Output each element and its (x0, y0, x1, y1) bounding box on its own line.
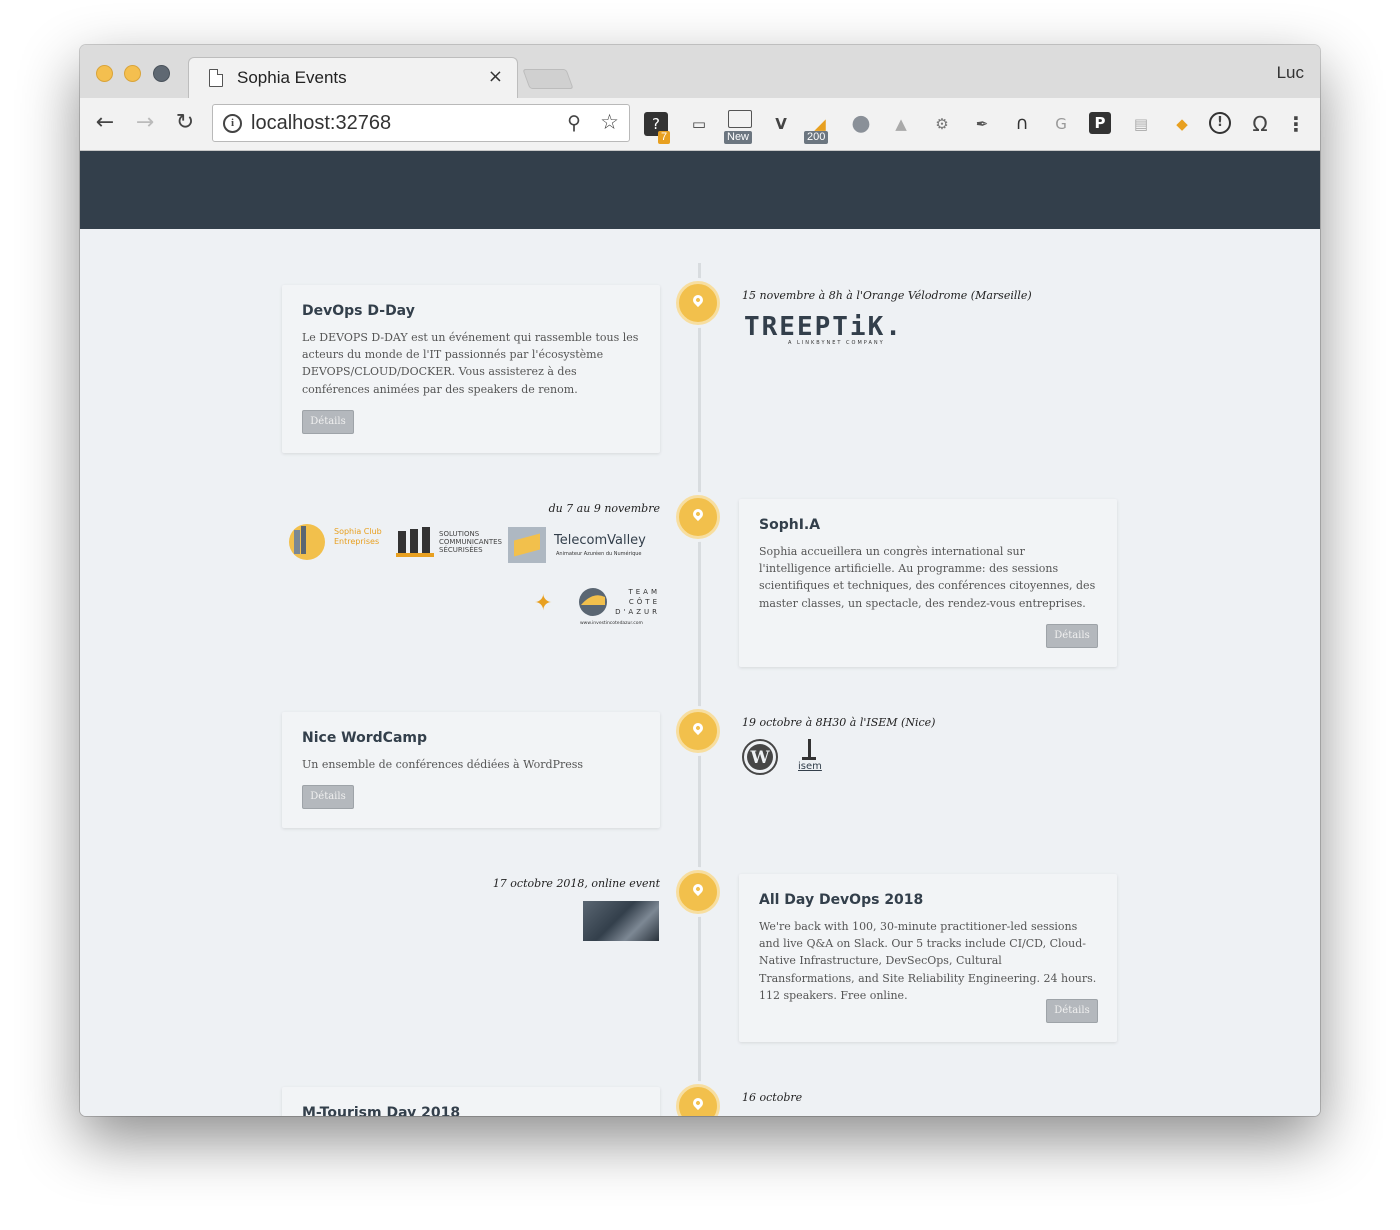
event-title: All Day DevOps 2018 (759, 892, 924, 908)
v-icon[interactable]: V (769, 112, 793, 136)
reload-icon[interactable]: ↻ (172, 110, 198, 135)
event-card-m-tourism: M-Tourism Day 2018 (282, 1087, 660, 1116)
pin-icon (690, 1095, 706, 1111)
treeptik-logo: TREEPTiK. A LINKBYNET COMPANY (744, 312, 903, 346)
p-icon[interactable]: P (1089, 112, 1111, 134)
pin-icon (690, 506, 706, 522)
pin-icon (690, 292, 706, 308)
event-description: We're back with 100, 30-minute practitio… (759, 920, 1097, 1002)
timeline: DevOps D-Day Le DEVOPS D-DAY est un évén… (80, 229, 1320, 1116)
event-description: Sophia accueillera un congrès internatio… (759, 545, 1096, 610)
alert-icon[interactable]: ◆ (1170, 112, 1194, 136)
event-card-devops-dday: DevOps D-Day Le DEVOPS D-DAY est un évén… (282, 285, 660, 453)
event-title: Nice WordCamp (302, 730, 428, 746)
tab-close-icon[interactable]: × (488, 66, 503, 87)
page-icon (209, 69, 223, 87)
close-window-button[interactable] (96, 65, 113, 82)
password-icon[interactable]: ! (1209, 112, 1231, 134)
team-cote-dazur-logo: ✦ TEAM CÔTE D'AZUR www.investincotedazur… (534, 585, 660, 629)
back-icon[interactable]: ← (92, 110, 118, 135)
browser-window: Sophia Events × Luc ← → ↻ i localhost:32… (80, 45, 1320, 1116)
location-marker (676, 870, 720, 914)
location-marker (676, 709, 720, 753)
forward-icon[interactable]: → (132, 110, 158, 135)
event-title: DevOps D-Day (302, 303, 415, 319)
site-header (80, 151, 1320, 229)
address-bar[interactable]: i localhost:32768 ⚲ ☆ (212, 104, 630, 142)
browser-toolbar: ← → ↻ i localhost:32768 ⚲ ☆ ? 7 ▭ New V … (80, 98, 1320, 151)
team-cote-emblem (579, 588, 607, 616)
profile-name[interactable]: Luc (1277, 63, 1304, 83)
event-description: Un ensemble de conférences dédiées à Wor… (302, 758, 584, 771)
minimize-window-button[interactable] (124, 65, 141, 82)
event-date: du 7 au 9 novembre (548, 502, 660, 515)
info-icon[interactable]: i (223, 114, 242, 133)
location-marker (676, 1084, 720, 1116)
location-marker (676, 281, 720, 325)
event-card-nice-wordcamp: Nice WordCamp Un ensemble de conférences… (282, 712, 660, 828)
pin-icon (690, 881, 706, 897)
extension-badge-new: New (724, 131, 753, 144)
details-button[interactable]: Détails (302, 785, 354, 809)
details-button[interactable]: Détails (1046, 999, 1098, 1023)
picker-icon[interactable]: ✒ (970, 112, 994, 136)
drive-icon[interactable]: ▲ (889, 112, 913, 136)
telecom-valley-logo: TelecomValley Animateur Azuréen du Numér… (508, 525, 660, 565)
event-date: 17 octobre 2018, online event (492, 877, 660, 890)
tab-sophia-events[interactable]: Sophia Events × (188, 57, 518, 99)
omega-icon[interactable]: Ω (1248, 112, 1272, 136)
all-day-devops-image (583, 901, 659, 941)
card-icon[interactable]: ▤ (1129, 112, 1153, 136)
sophia-club-logo: Sophia Club Entreprises (288, 521, 398, 563)
gear-icon[interactable]: ⚙ (930, 112, 954, 136)
event-date: 16 octobre (742, 1091, 803, 1104)
cast-icon[interactable]: ▭ (687, 112, 711, 136)
svg-text:W: W (749, 748, 770, 768)
extension-badge-7: 7 (658, 131, 671, 144)
wordpress-logo: W (742, 739, 778, 775)
tab-strip: Sophia Events × Luc (80, 45, 1320, 99)
telecom-valley-emblem (508, 527, 546, 563)
solutions-emblem (396, 527, 434, 557)
isem-logo: isem (796, 739, 832, 775)
url-text: localhost:32768 (251, 112, 392, 134)
extension-badge-200: 200 (804, 131, 829, 144)
zoom-window-button[interactable] (153, 65, 170, 82)
solutions-securisees-logo: SOLUTIONS COMMUNICANTES SÉCURISÉES (396, 525, 502, 561)
arch-icon[interactable]: ∩ (1010, 112, 1034, 136)
rooster-icon: ✦ (534, 591, 553, 616)
zoom-icon[interactable]: ⚲ (567, 112, 581, 134)
event-title: M-Tourism Day 2018 (302, 1105, 461, 1116)
event-description: Le DEVOPS D-DAY est un événement qui ras… (302, 331, 639, 396)
details-button[interactable]: Détails (1046, 624, 1098, 648)
event-card-sophia: SophI.A Sophia accueillera un congrès in… (739, 499, 1117, 667)
event-date: 19 octobre à 8H30 à l'ISEM (Nice) (742, 716, 936, 729)
new-tab-button[interactable] (522, 69, 574, 89)
circle-icon[interactable]: ● (849, 112, 873, 136)
location-marker (676, 495, 720, 539)
event-title: SophI.A (759, 517, 821, 533)
event-card-all-day-devops: All Day DevOps 2018 We're back with 100,… (739, 874, 1117, 1042)
bookmark-star-icon[interactable]: ☆ (600, 110, 619, 134)
pin-icon (690, 720, 706, 736)
event-date: 15 novembre à 8h à l'Orange Vélodrome (M… (742, 289, 1032, 302)
details-button[interactable]: Détails (302, 410, 354, 434)
feed-icon[interactable] (728, 110, 752, 128)
tab-title: Sophia Events (237, 68, 347, 87)
timeline-line (698, 263, 701, 1116)
menu-icon[interactable]: ⋮ (1284, 112, 1308, 136)
google-translate-icon[interactable]: G (1049, 112, 1073, 136)
